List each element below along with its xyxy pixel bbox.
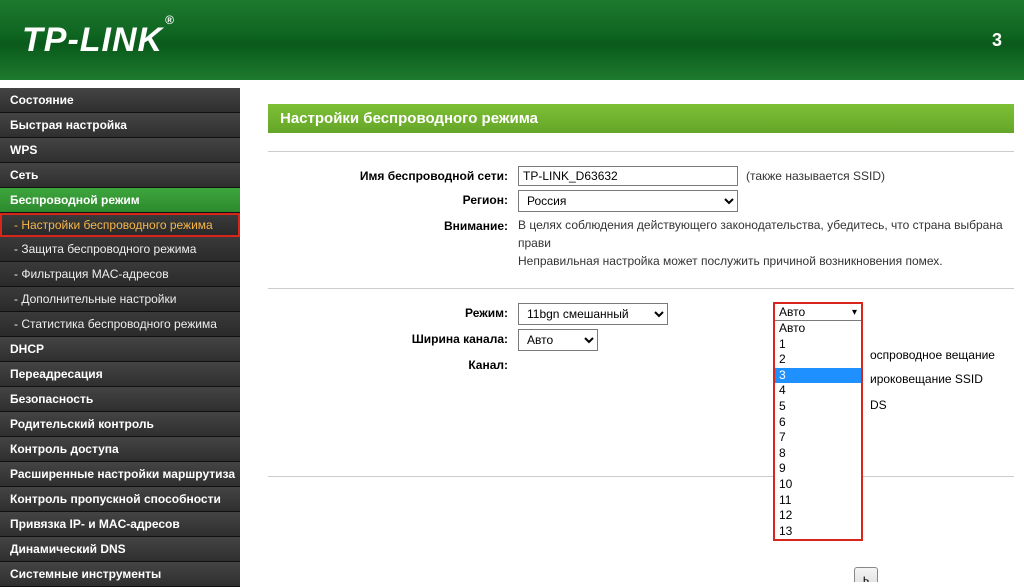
nav-item[interactable]: Состояние bbox=[0, 88, 240, 113]
logo: TP-LINK® bbox=[22, 21, 173, 60]
nav-item[interactable]: - Дополнительные настройки bbox=[0, 287, 240, 312]
channel-option[interactable]: 11 bbox=[775, 493, 861, 509]
nav-item[interactable]: - Статистика беспроводного режима bbox=[0, 312, 240, 337]
nav-item[interactable]: Беспроводной режим bbox=[0, 188, 240, 213]
page-title: Настройки беспроводного режима bbox=[268, 104, 1014, 133]
mode-select[interactable]: 11bgn смешанный bbox=[518, 303, 668, 325]
nav-item[interactable]: Контроль доступа bbox=[0, 437, 240, 462]
channel-option[interactable]: 10 bbox=[775, 477, 861, 493]
ssid-broadcast-partial: ироковещание SSID bbox=[870, 372, 983, 386]
nav-item[interactable]: - Настройки беспроводного режима bbox=[0, 213, 240, 237]
region-select[interactable]: Россия bbox=[518, 190, 738, 212]
channel-option[interactable]: 6 bbox=[775, 415, 861, 431]
channel-option[interactable]: 12 bbox=[775, 508, 861, 524]
channel-label: Канал: bbox=[268, 355, 518, 372]
separator-3 bbox=[268, 476, 1014, 477]
wireless-broadcast-partial: оспроводное вещание bbox=[870, 348, 995, 362]
warning-text-1: В целях соблюдения действующего законода… bbox=[518, 216, 1014, 252]
channel-option[interactable]: Авто bbox=[775, 321, 861, 337]
nav-item[interactable]: Привязка IP- и MAC-адресов bbox=[0, 512, 240, 537]
banner: TP-LINK® 3 bbox=[0, 0, 1024, 80]
channel-width-label: Ширина канала: bbox=[268, 329, 518, 351]
channel-option[interactable]: 8 bbox=[775, 446, 861, 462]
channel-dropdown-open[interactable]: Авто ▾ Авто12345678910111213 bbox=[773, 302, 863, 541]
separator-2 bbox=[268, 288, 1014, 289]
channel-option[interactable]: 7 bbox=[775, 430, 861, 446]
nav-item[interactable]: Системные инструменты bbox=[0, 562, 240, 587]
nav-item[interactable]: Переадресация bbox=[0, 362, 240, 387]
content: Настройки беспроводного режима Имя беспр… bbox=[240, 80, 1024, 582]
ssid-label: Имя беспроводной сети: bbox=[268, 166, 518, 186]
channel-width-select[interactable]: Авто bbox=[518, 329, 598, 351]
nav-item[interactable]: Динамический DNS bbox=[0, 537, 240, 562]
wds-partial: DS bbox=[870, 398, 887, 412]
separator bbox=[268, 151, 1014, 152]
nav-item[interactable]: Безопасность bbox=[0, 387, 240, 412]
nav-item[interactable]: Родительский контроль bbox=[0, 412, 240, 437]
sidebar: СостояниеБыстрая настройкаWPSСетьБеспров… bbox=[0, 80, 240, 582]
channel-option[interactable]: 13 bbox=[775, 524, 861, 540]
banner-model: 3 bbox=[992, 30, 1002, 51]
channel-option[interactable]: 2 bbox=[775, 352, 861, 368]
nav-item[interactable]: WPS bbox=[0, 138, 240, 163]
mode-label: Режим: bbox=[268, 303, 518, 325]
nav-item[interactable]: - Защита беспроводного режима bbox=[0, 237, 240, 262]
channel-option[interactable]: 9 bbox=[775, 461, 861, 477]
nav-item[interactable]: - Фильтрация MAC-адресов bbox=[0, 262, 240, 287]
ssid-input[interactable] bbox=[518, 166, 738, 186]
channel-option[interactable]: 1 bbox=[775, 337, 861, 353]
warning-label: Внимание: bbox=[268, 216, 518, 270]
nav-item[interactable]: DHCP bbox=[0, 337, 240, 362]
channel-select-display[interactable]: Авто ▾ bbox=[775, 304, 861, 321]
save-button[interactable]: ь bbox=[854, 567, 878, 582]
region-label: Регион: bbox=[268, 190, 518, 212]
nav-item[interactable]: Расширенные настройки маршрутиза bbox=[0, 462, 240, 487]
channel-option[interactable]: 4 bbox=[775, 383, 861, 399]
nav-item[interactable]: Контроль пропускной способности bbox=[0, 487, 240, 512]
nav-item[interactable]: Сеть bbox=[0, 163, 240, 188]
nav-item[interactable]: Быстрая настройка bbox=[0, 113, 240, 138]
channel-option[interactable]: 5 bbox=[775, 399, 861, 415]
warning-text-2: Неправильная настройка может послужить п… bbox=[518, 252, 1014, 270]
chevron-down-icon: ▾ bbox=[852, 307, 857, 318]
ssid-note: (также называется SSID) bbox=[746, 169, 885, 183]
channel-option[interactable]: 3 bbox=[775, 368, 861, 384]
